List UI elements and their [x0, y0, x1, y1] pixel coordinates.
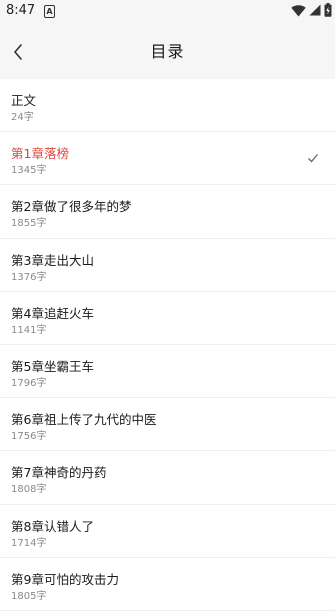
chapter-title: 第6章祖上传了九代的中医	[11, 412, 157, 428]
back-button[interactable]	[4, 36, 32, 68]
chapter-item[interactable]: 第8章认错人了 1714字	[0, 505, 335, 558]
chapter-title: 正文	[11, 93, 37, 108]
chapter-title: 第9章可怕的攻击力	[11, 571, 119, 587]
chapter-word-count: 1808字	[11, 484, 47, 496]
chapter-title: 第5章坐霸王车	[11, 358, 94, 374]
status-bar: 8:47 A	[0, 0, 335, 24]
chapter-item[interactable]: 第2章做了很多年的梦 1855字	[0, 185, 335, 239]
wifi-icon	[291, 4, 306, 16]
chapter-title: 第7章神奇的丹药	[11, 465, 107, 481]
chapter-item[interactable]: 第6章祖上传了九代的中医 1756字	[0, 398, 335, 452]
status-icons	[291, 3, 332, 17]
app-bar: 目录	[0, 24, 335, 79]
signal-icon	[309, 4, 321, 16]
chapter-item[interactable]: 第5章坐霸王车 1796字	[0, 345, 335, 399]
page-title: 目录	[150, 42, 185, 61]
chapter-word-count: 1756字	[11, 431, 47, 443]
chapter-word-count: 1141字	[11, 324, 47, 336]
chapter-word-count: 1376字	[11, 271, 47, 283]
chapter-word-count: 1855字	[11, 218, 47, 230]
chapter-list: 正文 24字第1章落榜 1345字第2章做了很多年的梦 1855字第3章走出大山 137…	[0, 79, 335, 611]
chapter-title: 第1章落榜	[11, 146, 69, 162]
chapter-title: 第2章做了很多年的梦	[11, 199, 132, 215]
chapter-title: 第8章认错人了	[11, 518, 94, 534]
chapter-item[interactable]: 第3章走出大山 1376字	[0, 239, 335, 292]
chapter-item[interactable]: 第4章追赶火车 1141字	[0, 292, 335, 345]
chapter-title: 第4章追赶火车	[11, 305, 94, 321]
chapter-word-count: 1714字	[11, 537, 47, 549]
chapter-item[interactable]: 第7章神奇的丹药 1808字	[0, 451, 335, 505]
chapter-word-count: 1345字	[11, 165, 47, 177]
chapter-word-count: 1805字	[11, 590, 47, 602]
battery-icon	[324, 3, 332, 17]
chapter-item[interactable]: 第1章落榜 1345字	[0, 132, 335, 186]
chapter-item[interactable]: 正文 24字	[0, 79, 335, 133]
status-time: 8:47	[6, 3, 36, 18]
chapter-word-count: 24字	[11, 112, 34, 123]
notification-icon: A	[44, 5, 55, 18]
chapter-title: 第3章走出大山	[11, 252, 94, 268]
check-icon	[308, 154, 318, 163]
chapter-item[interactable]: 第9章可怕的攻击力 1805字	[0, 558, 335, 611]
chapter-word-count: 1796字	[11, 377, 47, 389]
back-arrow-icon	[14, 44, 22, 60]
